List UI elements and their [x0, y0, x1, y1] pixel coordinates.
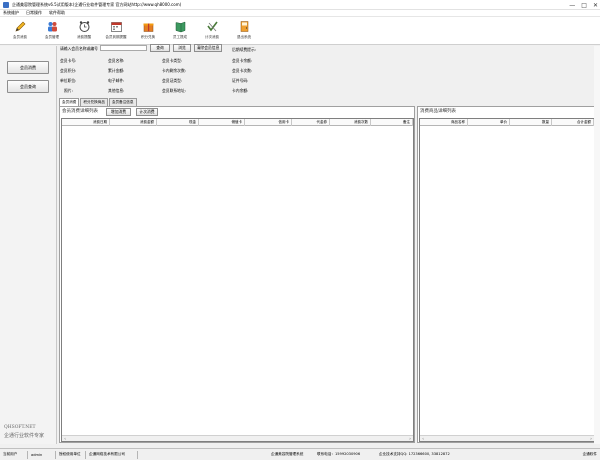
main-panel: 请输入会员名称或编号 查询 浏览 清除会员信息 后期续费提示: 会员卡号: 会员… [58, 44, 600, 444]
toolbar-member-consume[interactable]: 会员消费 [4, 17, 36, 43]
status-company: 企通网络技术有限公司 [86, 450, 138, 459]
status-phone: 联系电话：15992030906 [317, 452, 361, 456]
close-button[interactable]: ✕ [593, 2, 598, 9]
menu-system[interactable]: 系统维护 [3, 10, 19, 16]
menu-help[interactable]: 软件帮助 [49, 10, 65, 16]
menu-bar: 系统维护 日常操作 软件帮助 [0, 10, 600, 17]
window-title: 企通美容院管理系统v6.5试用版本(企通行业软件管理专家 官方网站http://… [12, 1, 182, 7]
label-unit: 单位职位: [60, 78, 77, 83]
label-photo: 照片: [64, 88, 73, 93]
minimize-button[interactable]: — [569, 2, 575, 9]
tab-strip: 会员消费 积分兑换商品 会员备注信息 [59, 98, 138, 106]
toolbar-expiry-reminder[interactable]: 会员到期提醒 [100, 17, 132, 43]
alarm-clock-icon [78, 20, 91, 33]
col-consume-date[interactable]: 消费日期 [62, 119, 110, 126]
label-cert-type: 会员证类型: [162, 78, 183, 83]
status-support: 企业技术支持QQ: 172366600, 33812872 [379, 452, 450, 456]
label-card-no: 会员卡号: [60, 58, 77, 63]
pencil-icon [14, 20, 27, 33]
label-card-times: 会员卡次数: [232, 68, 253, 73]
menu-daily[interactable]: 日常操作 [26, 10, 42, 16]
label-remaining-times: 卡内剩余次数: [162, 68, 187, 73]
col-quantity[interactable]: 数量 [510, 119, 552, 126]
status-product: 企通软件 [582, 452, 597, 456]
col-credit-card[interactable]: 信用卡 [245, 119, 292, 126]
sidebar-member-consume-button[interactable]: 会员消费 [7, 61, 49, 74]
title-bar: 企通美容院管理系统v6.5试用版本(企通行业软件管理专家 官方网站http://… [0, 0, 600, 10]
goods-grid-header: 商品名称 单价 数量 合计金额 [420, 119, 594, 126]
col-voucher[interactable]: 代金券 [292, 119, 330, 126]
clear-member-button[interactable]: 清除会员信息 [194, 44, 222, 52]
members-icon [46, 20, 59, 33]
label-name: 会员名称: [108, 58, 125, 63]
tab-notes[interactable]: 会员备注信息 [108, 98, 137, 106]
col-consume-times[interactable]: 消费次数 [330, 119, 371, 126]
status-bar: 当前用户 admin 授权使用单位 企通网络技术有限公司 企通美容院管理系统 联… [0, 448, 600, 460]
status-system: 企通美容院管理系统 [271, 452, 304, 456]
col-unit-price[interactable]: 单价 [468, 119, 510, 126]
label-email: 电子邮件: [108, 78, 125, 83]
label-card-type: 会员卡类型: [162, 58, 183, 63]
consume-grid[interactable]: 消费日期 消费金额 现金 储值卡 信用卡 代金券 消费次数 备注 ‹ › [61, 118, 414, 442]
member-search-input[interactable] [100, 45, 147, 51]
sidebar: 会员消费 会员查询 QHSOFT.NET 企通行业软件专家 [0, 46, 57, 444]
status-spacer [138, 451, 268, 459]
label-address: 会员联系地址: [162, 88, 187, 93]
query-button[interactable]: 查询 [150, 44, 170, 52]
label-card-balance: 会员卡余额: [232, 58, 253, 63]
goods-grid-hscroll[interactable]: ‹ › [420, 435, 594, 441]
calendar-icon [110, 20, 123, 33]
times-consume-button[interactable]: 计次消费 [136, 108, 158, 116]
label-member-id: 证件号码: [232, 78, 249, 83]
col-total-amount[interactable]: 合计金额 [552, 119, 594, 126]
col-consume-amount[interactable]: 消费金额 [110, 119, 157, 126]
label-other-info: 其他信息: [108, 88, 125, 93]
browse-button[interactable]: 浏览 [173, 44, 191, 52]
tab-points-goods[interactable]: 积分兑换商品 [80, 98, 108, 106]
label-total-spend: 累计金额: [108, 68, 125, 73]
exit-icon [238, 20, 251, 33]
col-goods-name[interactable]: 商品名称 [420, 119, 468, 126]
status-user: admin [28, 450, 56, 459]
label-birthday-reminder: 后期续费提示: [232, 47, 257, 52]
status-user-label: 当前用户 [0, 450, 28, 459]
goods-panel: 消费商品详细列表 商品名称 单价 数量 合计金额 ‹ › [417, 106, 596, 443]
col-stored-card[interactable]: 储值卡 [199, 119, 245, 126]
brand-logo: QHSOFT.NET 企通行业软件专家 [4, 425, 45, 439]
tick-icon [206, 20, 219, 33]
scroll-right-icon[interactable]: › [407, 436, 413, 441]
tab-consume[interactable]: 会员消费 [59, 98, 80, 106]
member-search-prompt: 请输入会员名称或编号 [60, 46, 98, 51]
app-icon [3, 1, 9, 8]
toolbar-times-consume[interactable]: 计次消费 [196, 17, 228, 43]
sidebar-member-query-button[interactable]: 会员查询 [7, 80, 49, 93]
toolbar-member-manage[interactable]: 会员管理 [36, 17, 68, 43]
add-consume-button[interactable]: 增加消费 [106, 108, 131, 116]
toolbar-consume-reminder[interactable]: 消费提醒 [68, 17, 100, 43]
toolbar: 会员消费 会员管理 消费提醒 会员到期提醒 积分兑换 员工提成 计次消费 退出系… [0, 17, 600, 45]
consume-grid-hscroll[interactable]: ‹ › [62, 435, 413, 441]
goods-grid[interactable]: 商品名称 单价 数量 合计金额 ‹ › [419, 118, 595, 442]
maximize-button[interactable]: □ [581, 2, 587, 9]
status-license-label: 授权使用单位 [56, 450, 86, 459]
toolbar-staff-commission[interactable]: 员工提成 [164, 17, 196, 43]
col-cash[interactable]: 现金 [157, 119, 199, 126]
label-points: 会员积分: [60, 68, 77, 73]
window-controls: — □ ✕ [569, 0, 598, 10]
book-icon [174, 20, 187, 33]
scroll-left-icon[interactable]: ‹ [62, 436, 68, 441]
scroll-left-icon[interactable]: ‹ [420, 436, 426, 441]
col-remark[interactable]: 备注 [371, 119, 413, 126]
label-card-amount: 卡内余额: [232, 88, 249, 93]
gift-icon [142, 20, 155, 33]
consume-panel: 会员消费详细列表 增加消费 计次消费 消费日期 消费金额 现金 储值卡 信用卡 … [59, 106, 415, 443]
goods-section-title: 消费商品详细列表 [420, 109, 456, 114]
window-vscroll[interactable] [594, 46, 600, 444]
consume-grid-header: 消费日期 消费金额 现金 储值卡 信用卡 代金券 消费次数 备注 [62, 119, 413, 126]
consume-section-title: 会员消费详细列表 [62, 109, 98, 114]
toolbar-points-exchange[interactable]: 积分兑换 [132, 17, 164, 43]
toolbar-exit[interactable]: 退出系统 [228, 17, 260, 43]
